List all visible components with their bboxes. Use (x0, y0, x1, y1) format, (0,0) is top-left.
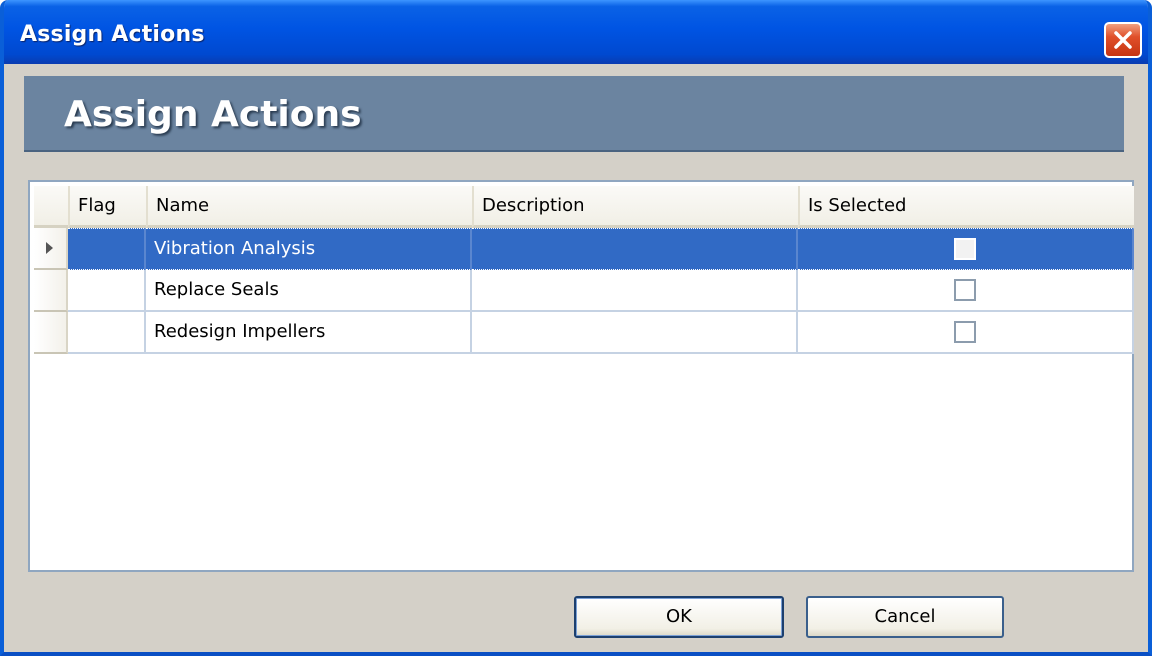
title-bar[interactable]: Assign Actions (4, 0, 1148, 64)
column-header-description[interactable]: Description (472, 186, 798, 228)
description-cell[interactable] (472, 270, 798, 312)
close-button[interactable] (1104, 22, 1142, 58)
header-band: Assign Actions (24, 76, 1124, 152)
cancel-button[interactable]: Cancel (806, 596, 1004, 638)
grid-header-row: Flag Name Description Is Selected (34, 186, 1134, 228)
name-cell[interactable]: Redesign Impellers (146, 312, 472, 354)
column-header-flag[interactable]: Flag (68, 186, 146, 228)
is-selected-checkbox[interactable] (954, 279, 976, 301)
description-cell[interactable] (472, 228, 798, 270)
row-selector[interactable] (34, 270, 68, 312)
is-selected-checkbox[interactable] (954, 321, 976, 343)
is-selected-cell[interactable] (798, 270, 1134, 312)
flag-cell[interactable] (68, 270, 146, 312)
row-selector[interactable] (34, 228, 68, 270)
is-selected-checkbox[interactable] (954, 238, 976, 260)
description-cell[interactable] (472, 312, 798, 354)
table-row[interactable]: Replace Seals (34, 270, 1134, 312)
is-selected-cell[interactable] (798, 228, 1134, 270)
actions-grid[interactable]: Flag Name Description Is Selected Vibrat… (28, 180, 1134, 572)
column-header-name[interactable]: Name (146, 186, 472, 228)
column-header-is-selected[interactable]: Is Selected (798, 186, 1134, 228)
page-title: Assign Actions (64, 94, 362, 135)
header-selector-cell (34, 186, 68, 228)
window-title: Assign Actions (20, 22, 205, 47)
name-cell[interactable]: Replace Seals (146, 270, 472, 312)
table-row[interactable]: Redesign Impellers (34, 312, 1134, 354)
grid-table: Flag Name Description Is Selected Vibrat… (34, 186, 1134, 354)
assign-actions-dialog: Assign Actions Assign Actions Flag Name … (0, 0, 1152, 656)
ok-button[interactable]: OK (574, 596, 784, 638)
row-selector[interactable] (34, 312, 68, 354)
is-selected-cell[interactable] (798, 312, 1134, 354)
flag-cell[interactable] (68, 312, 146, 354)
dialog-body: Assign Actions Flag Name Description Is … (4, 64, 1148, 652)
name-cell[interactable]: Vibration Analysis (146, 228, 472, 270)
close-icon (1114, 31, 1132, 49)
table-row[interactable]: Vibration Analysis (34, 228, 1134, 270)
flag-cell[interactable] (68, 228, 146, 270)
row-pointer-icon (46, 242, 53, 254)
